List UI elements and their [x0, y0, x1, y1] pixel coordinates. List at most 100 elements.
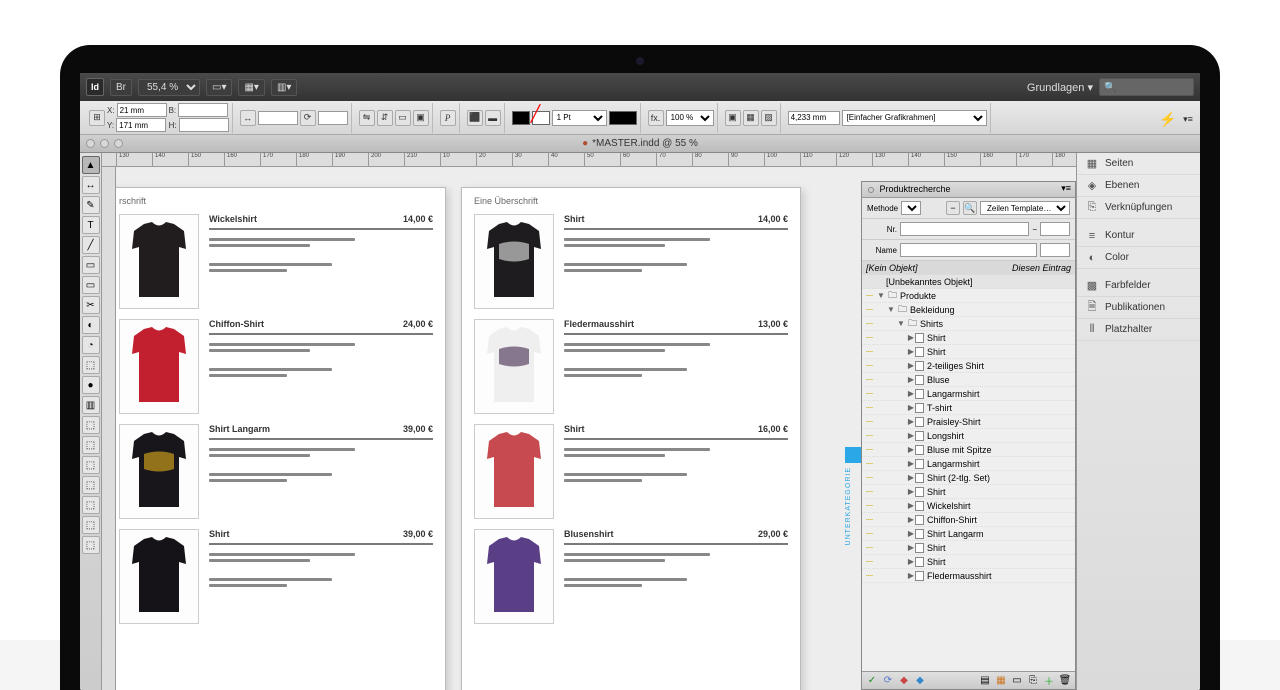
dock-item-platzhalter[interactable]: ⦀Platzhalter	[1077, 319, 1200, 341]
check-icon[interactable]: ✓	[866, 675, 878, 687]
align-left-icon[interactable]: ⬛	[467, 110, 483, 126]
nr-field[interactable]	[900, 222, 1029, 236]
tree-row[interactable]: —▶Langarmshirt	[862, 457, 1075, 471]
workspace-switcher[interactable]: Grundlagen ▾	[1027, 81, 1093, 94]
x-field[interactable]	[117, 103, 167, 117]
tree-row[interactable]: —▶Fledermausshirt	[862, 569, 1075, 583]
tool-18[interactable]: ⬚	[82, 516, 100, 534]
tool-14[interactable]: ⬚	[82, 436, 100, 454]
product-row[interactable]: Shirt 16,00 €	[474, 424, 788, 519]
dock-item-verknüpfungen[interactable]: ⎘Verknüpfungen	[1077, 197, 1200, 219]
search-input[interactable]	[1099, 78, 1194, 96]
name-field[interactable]	[900, 243, 1037, 257]
content-select-icon[interactable]: ▣	[413, 110, 429, 126]
product-row[interactable]: Shirt 39,00 €	[119, 529, 433, 624]
rotate-field[interactable]	[318, 111, 348, 125]
minimize-dot-icon[interactable]	[100, 139, 109, 148]
fill-swatch[interactable]	[512, 111, 530, 125]
effects-icon[interactable]: fx.	[648, 110, 664, 126]
name-extra-field[interactable]	[1040, 243, 1070, 257]
panel-title-bar[interactable]: Produktrecherche ▾≡	[862, 182, 1075, 198]
add-icon[interactable]: ＋	[1043, 675, 1055, 687]
paragraph-icon[interactable]: P	[440, 110, 456, 126]
dock-item-publikationen[interactable]: 🗎Publikationen	[1077, 297, 1200, 319]
window-traffic-dots[interactable]	[86, 139, 123, 148]
tree-row[interactable]: —▶Longshirt	[862, 429, 1075, 443]
bridge-button[interactable]: Br	[110, 79, 132, 96]
tool-1[interactable]: ↔	[82, 176, 100, 194]
list-icon[interactable]: ▤	[979, 675, 991, 687]
method-select[interactable]	[901, 201, 921, 215]
tool-5[interactable]: ▭	[82, 256, 100, 274]
w-field[interactable]	[178, 103, 228, 117]
tree-row[interactable]: —▶Wickelshirt	[862, 499, 1075, 513]
tree-row[interactable]: —▶Praisley-Shirt	[862, 415, 1075, 429]
opacity-select[interactable]: 100 %	[666, 110, 714, 126]
zoom-dot-icon[interactable]	[114, 139, 123, 148]
stroke-weight-select[interactable]: 1 Pt	[552, 110, 607, 126]
action-blue-icon[interactable]: ◆	[914, 675, 926, 687]
container-select-icon[interactable]: ▭	[395, 110, 411, 126]
view-options-button[interactable]: ▭▾	[206, 79, 232, 96]
tool-6[interactable]: ▭	[82, 276, 100, 294]
product-row[interactable]: Blusenshirt 29,00 €	[474, 529, 788, 624]
tree-row[interactable]: —▶Shirt	[862, 555, 1075, 569]
canvas[interactable]: rschrift Wickelshirt 14,00 € Chiffon-Shi…	[116, 167, 1076, 690]
nr-to-field[interactable]	[1040, 222, 1070, 236]
tool-12[interactable]: ▥	[82, 396, 100, 414]
align-center-icon[interactable]: ▬	[485, 110, 501, 126]
zoom-in-icon[interactable]: 🔍	[963, 201, 977, 215]
tool-3[interactable]: T	[82, 216, 100, 234]
text-wrap-bounding-icon[interactable]: ▦	[743, 110, 759, 126]
frame-type-select[interactable]: [Einfacher Grafikrahmen]	[842, 110, 987, 126]
dock-item-color[interactable]: ◐Color	[1077, 247, 1200, 269]
category-tab[interactable]: UNTERKATEGORIE	[845, 447, 861, 547]
screen-mode-button[interactable]: ▦▾	[238, 79, 264, 96]
action-red-icon[interactable]: ◆	[898, 675, 910, 687]
panel-menu-icon[interactable]: ▾≡	[1180, 111, 1196, 127]
tree-row[interactable]: —▶Shirt	[862, 331, 1075, 345]
tree-row[interactable]: —▶Shirt	[862, 345, 1075, 359]
product-row[interactable]: Chiffon-Shirt 24,00 €	[119, 319, 433, 414]
panel-collapse-icon[interactable]	[868, 187, 874, 193]
template-select[interactable]: Zeilen Template…	[980, 201, 1070, 215]
tree-row[interactable]: —▶Bluse mit Spitze	[862, 443, 1075, 457]
zoom-select[interactable]: 55,4 %	[138, 79, 200, 96]
tree-row[interactable]: —▶T-shirt	[862, 401, 1075, 415]
tree-row[interactable]: —▶Shirt (2-tlg. Set)	[862, 471, 1075, 485]
lightning-icon[interactable]: ⚡	[1160, 111, 1176, 127]
tool-2[interactable]: ✎	[82, 196, 100, 214]
tool-17[interactable]: ⬚	[82, 496, 100, 514]
product-row[interactable]: Shirt 14,00 €	[474, 214, 788, 309]
tool-4[interactable]: ╱	[82, 236, 100, 254]
tool-8[interactable]: ◐	[82, 316, 100, 334]
gap-field[interactable]	[788, 111, 840, 125]
scale-x-icon[interactable]: ↔	[240, 110, 256, 126]
tool-7[interactable]: ✂	[82, 296, 100, 314]
tree-row[interactable]: —▶2-teiliges Shirt	[862, 359, 1075, 373]
product-row[interactable]: Wickelshirt 14,00 €	[119, 214, 433, 309]
tree-row[interactable]: —▶Chiffon-Shirt	[862, 513, 1075, 527]
tree-row[interactable]: —▼🗀Bekleidung	[862, 303, 1075, 317]
flip-v-icon[interactable]: ⇵	[377, 110, 393, 126]
stroke-style[interactable]	[609, 111, 637, 125]
dock-item-ebenen[interactable]: ◈Ebenen	[1077, 175, 1200, 197]
arrange-documents-button[interactable]: ▥▾	[271, 79, 297, 96]
rotate-icon[interactable]: ⟳	[300, 110, 316, 126]
tree-row[interactable]: —▶Shirt	[862, 485, 1075, 499]
tool-13[interactable]: ⬚	[82, 416, 100, 434]
tree-row[interactable]: —▶Shirt Langarm	[862, 527, 1075, 541]
tool-15[interactable]: ⬚	[82, 456, 100, 474]
panel-menu-icon[interactable]: ▾≡	[1061, 183, 1071, 194]
y-field[interactable]	[116, 118, 166, 132]
grid-icon[interactable]: ▦	[995, 675, 1007, 687]
trash-icon[interactable]: 🗑	[1059, 675, 1071, 687]
tree-row[interactable]: —▼🗀Shirts	[862, 317, 1075, 331]
tool-9[interactable]: ◔	[82, 336, 100, 354]
tree-row[interactable]: —▶Shirt	[862, 541, 1075, 555]
tool-0[interactable]: ▲	[82, 156, 100, 174]
zoom-out-icon[interactable]: −	[946, 201, 960, 215]
tool-10[interactable]: ⬚	[82, 356, 100, 374]
tool-11[interactable]: ●	[82, 376, 100, 394]
h-field[interactable]	[179, 118, 229, 132]
